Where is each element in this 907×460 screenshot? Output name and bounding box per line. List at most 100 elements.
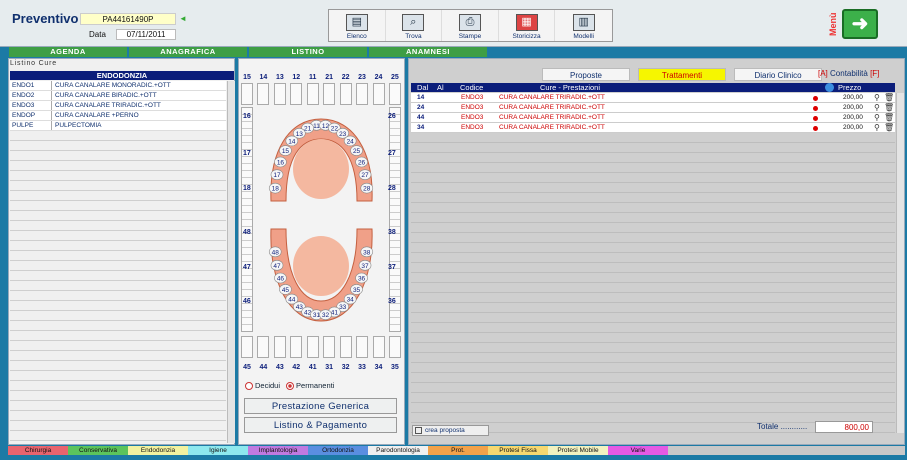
tooth-number[interactable]: 14 — [257, 74, 269, 81]
tooth-number[interactable]: 23 — [356, 74, 368, 81]
tab-proposte[interactable]: Proposte — [542, 68, 630, 81]
tooth-column[interactable] — [273, 336, 286, 358]
crea-proposta-button[interactable]: crea proposta — [412, 425, 489, 436]
decidui-radio[interactable]: Decidui — [245, 381, 280, 391]
tab-trattamenti[interactable]: Trattamenti — [638, 68, 726, 81]
permanenti-radio[interactable]: Permanenti — [286, 381, 334, 391]
tooth-column[interactable] — [306, 336, 319, 358]
cell-prezzo: 200,00 — [843, 94, 863, 101]
listino-scrollbar[interactable] — [227, 81, 235, 443]
tooth-column[interactable] — [323, 83, 336, 105]
tooth-column[interactable] — [257, 83, 270, 105]
magnifier-icon[interactable]: ⚲ — [874, 113, 880, 123]
tooth-number[interactable]: 35 — [389, 364, 401, 371]
table-row[interactable]: 44 ENDO3 CURA CANALARE TRIRADIC.+OTT 200… — [411, 113, 895, 123]
tooth-column[interactable] — [273, 83, 286, 105]
tooth-number[interactable]: 45 — [241, 364, 253, 371]
storicizza-button[interactable]: ▦ Storicizza — [499, 10, 556, 41]
tooth-number[interactable]: 16 — [243, 113, 251, 120]
tooth-number[interactable]: 32 — [340, 364, 352, 371]
tab-anagrafica[interactable]: ANAGRAFICA — [129, 47, 247, 57]
tooth-number[interactable]: 38 — [388, 229, 396, 236]
tooth-number[interactable]: 24 — [373, 74, 385, 81]
tab-listino[interactable]: LISTINO — [249, 47, 367, 57]
tooth-column[interactable] — [241, 336, 253, 358]
trash-icon[interactable]: 🗑 — [884, 93, 894, 103]
tooth-column[interactable] — [372, 336, 385, 358]
tooth-column[interactable] — [388, 83, 401, 105]
tooth-number[interactable]: 21 — [323, 74, 335, 81]
tooth-column[interactable] — [388, 336, 401, 358]
tooth-number[interactable]: 26 — [388, 113, 396, 120]
table-row[interactable]: 24 ENDO3 CURA CANALARE TRIRADIC.+OTT 200… — [411, 103, 895, 113]
table-row[interactable]: 14 ENDO3 CURA CANALARE TRIRADIC.+OTT 200… — [411, 93, 895, 103]
listino-pagamento-button[interactable]: Listino & Pagamento — [244, 417, 397, 433]
tooth-column[interactable] — [339, 83, 352, 105]
modelli-button[interactable]: ▥ Modelli — [555, 10, 612, 41]
tooth-number[interactable]: 41 — [307, 364, 319, 371]
tooth-number[interactable]: 42 — [290, 364, 302, 371]
tooth-number[interactable]: 48 — [243, 229, 251, 236]
tooth-number[interactable]: 22 — [340, 74, 352, 81]
list-item[interactable]: ENDO1 CURA CANALARE MONORADIC.+OTT — [10, 81, 226, 91]
dental-arch-image[interactable]: 11 1221 2213 2314 2415 2516 2617 2718 28 48 3847 3… — [259, 111, 384, 331]
trash-icon[interactable]: 🗑 — [884, 103, 894, 113]
tooth-column[interactable] — [241, 83, 253, 105]
list-item[interactable]: ENDO2 CURA CANALARE BIRADIC.+OTT — [10, 91, 226, 101]
prestazione-generica-button[interactable]: Prestazione Generica — [244, 398, 397, 414]
play-icon[interactable]: ◄ — [179, 14, 187, 23]
tooth-number[interactable]: 27 — [388, 150, 396, 157]
trash-icon[interactable]: 🗑 — [884, 123, 894, 133]
tooth-column[interactable] — [323, 336, 336, 358]
quote-code-field[interactable]: PA44161490P — [80, 13, 176, 25]
tooth-number[interactable]: 28 — [388, 185, 396, 192]
tooth-number[interactable]: 36 — [388, 298, 396, 305]
list-item[interactable]: ENDO3 CURA CANALARE TRIRADIC.+OTT — [10, 101, 226, 111]
tooth-number[interactable]: 15 — [241, 74, 253, 81]
tooth-column[interactable] — [257, 336, 270, 358]
tooth-number[interactable]: 44 — [257, 364, 269, 371]
tooth-number[interactable]: 34 — [373, 364, 385, 371]
crea-label: crea proposta — [425, 427, 465, 434]
trash-icon[interactable]: 🗑 — [884, 113, 894, 123]
tooth-number[interactable]: 11 — [307, 74, 319, 81]
tooth-number[interactable]: 31 — [323, 364, 335, 371]
tooth-column[interactable] — [372, 83, 385, 105]
tooth-label: 37 — [361, 263, 369, 270]
tooth-number[interactable]: 47 — [243, 264, 251, 271]
tooth-number[interactable]: 37 — [388, 264, 396, 271]
tooth-number[interactable]: 25 — [389, 74, 401, 81]
tooth-number[interactable]: 12 — [290, 74, 302, 81]
tooth-number[interactable]: 46 — [243, 298, 251, 305]
trova-button[interactable]: ⌕ Trova — [386, 10, 443, 41]
tooth-column[interactable] — [290, 336, 303, 358]
tooth-column[interactable] — [356, 336, 369, 358]
tooth-number[interactable]: 17 — [243, 150, 251, 157]
table-row[interactable]: 34 ENDO3 CURA CANALARE TRIRADIC.+OTT 200… — [411, 123, 895, 133]
tooth-number[interactable]: 33 — [356, 364, 368, 371]
cell-codice: ENDO3 — [461, 114, 484, 121]
tooth-column[interactable] — [290, 83, 303, 105]
list-item[interactable]: PULPE PULPECTOMIA — [10, 121, 226, 131]
tooth-label: 32 — [322, 312, 330, 319]
tab-agenda[interactable]: AGENDA — [9, 47, 127, 57]
contabilita-link[interactable]: [A] Contabilità [F] — [818, 69, 879, 78]
menu-button[interactable]: Menù ➜ — [828, 6, 880, 42]
tooth-number[interactable]: 18 — [243, 185, 251, 192]
tooth-number[interactable]: 43 — [274, 364, 286, 371]
magnifier-icon[interactable]: ⚲ — [874, 93, 880, 103]
tab-diario-clinico[interactable]: Diario Clinico — [734, 68, 822, 81]
treatments-scrollbar[interactable] — [896, 93, 904, 433]
elenco-button[interactable]: ▤ Elenco — [329, 10, 386, 41]
tooth-column[interactable] — [339, 336, 352, 358]
magnifier-icon[interactable]: ⚲ — [874, 103, 880, 113]
tooth-column[interactable] — [306, 83, 319, 105]
sort-icon[interactable] — [825, 83, 834, 92]
list-item[interactable]: ENDOP CURA CANALARE +PERNO — [10, 111, 226, 121]
magnifier-icon[interactable]: ⚲ — [874, 123, 880, 133]
tooth-number[interactable]: 13 — [274, 74, 286, 81]
tooth-column[interactable] — [356, 83, 369, 105]
tab-anamnesi[interactable]: ANAMNESI — [369, 47, 487, 57]
stampe-button[interactable]: ⎙ Stampe — [442, 10, 499, 41]
date-field[interactable]: 07/11/2011 — [116, 29, 176, 40]
